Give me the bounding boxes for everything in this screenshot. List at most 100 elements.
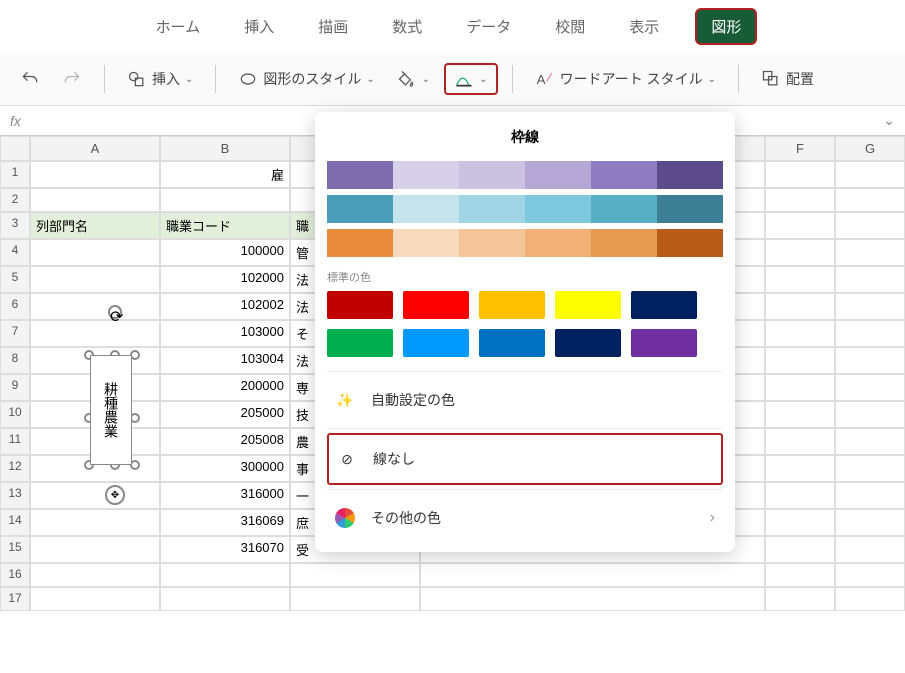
col-header[interactable]: A xyxy=(30,136,160,161)
cell[interactable]: 102000 xyxy=(160,266,290,293)
cell[interactable] xyxy=(835,239,905,266)
shape-text[interactable]: 耕種農業 xyxy=(90,355,132,465)
cell[interactable]: 316000 xyxy=(160,482,290,509)
tab-review[interactable]: 校閲 xyxy=(547,10,593,43)
cell[interactable] xyxy=(30,188,160,212)
rotate-handle[interactable]: ⟳ xyxy=(108,305,122,319)
cell[interactable] xyxy=(30,293,160,320)
selected-shape[interactable]: ⟳ 耕種農業 ✥ xyxy=(80,325,150,500)
collapse-icon[interactable]: ⌄ xyxy=(883,112,895,129)
color-swatch[interactable] xyxy=(327,229,393,257)
cell[interactable] xyxy=(765,482,835,509)
color-swatch[interactable] xyxy=(555,291,621,319)
row-header[interactable]: 1 xyxy=(0,161,30,188)
cell[interactable]: 205008 xyxy=(160,428,290,455)
cell[interactable] xyxy=(835,587,905,611)
color-swatch[interactable] xyxy=(479,291,545,319)
no-outline-item[interactable]: ⊘ 線なし xyxy=(327,433,723,485)
shape-style-button[interactable]: 図形のスタイル⌄ xyxy=(230,63,382,95)
cell[interactable] xyxy=(765,188,835,212)
auto-color-item[interactable]: ✨ 自動設定の色 xyxy=(327,376,723,424)
cell[interactable]: 103000 xyxy=(160,320,290,347)
row-header[interactable]: 12 xyxy=(0,455,30,482)
cell[interactable] xyxy=(30,239,160,266)
cell[interactable] xyxy=(835,188,905,212)
cell[interactable] xyxy=(420,587,765,611)
cell[interactable] xyxy=(30,266,160,293)
cell[interactable]: 雇 xyxy=(160,161,290,188)
col-header[interactable]: G xyxy=(835,136,905,161)
cell[interactable] xyxy=(835,428,905,455)
cell[interactable] xyxy=(765,509,835,536)
color-swatch[interactable] xyxy=(525,229,591,257)
color-swatch[interactable] xyxy=(327,291,393,319)
arrange-button[interactable]: 配置 xyxy=(753,63,822,95)
row-header[interactable]: 6 xyxy=(0,293,30,320)
tab-insert[interactable]: 挿入 xyxy=(236,10,282,43)
color-swatch[interactable] xyxy=(459,229,525,257)
col-header[interactable]: B xyxy=(160,136,290,161)
color-swatch[interactable] xyxy=(459,195,525,223)
row-header[interactable]: 4 xyxy=(0,239,30,266)
cell[interactable] xyxy=(835,347,905,374)
color-swatch[interactable] xyxy=(327,161,393,189)
color-swatch[interactable] xyxy=(591,229,657,257)
cell[interactable] xyxy=(765,293,835,320)
cell[interactable]: 103004 xyxy=(160,347,290,374)
tab-shape[interactable]: 図形 xyxy=(695,8,757,45)
cell[interactable] xyxy=(765,239,835,266)
color-swatch[interactable] xyxy=(403,291,469,319)
row-header[interactable]: 7 xyxy=(0,320,30,347)
cell[interactable]: 200000 xyxy=(160,374,290,401)
cell[interactable] xyxy=(765,428,835,455)
cell[interactable] xyxy=(765,536,835,563)
color-swatch[interactable] xyxy=(631,291,697,319)
table-header[interactable]: 職業コード xyxy=(160,212,290,239)
color-swatch[interactable] xyxy=(657,229,723,257)
outline-button[interactable]: ⌄ xyxy=(444,63,497,95)
color-swatch[interactable] xyxy=(525,161,591,189)
col-header[interactable]: F xyxy=(765,136,835,161)
cell[interactable] xyxy=(765,587,835,611)
row-header[interactable]: 11 xyxy=(0,428,30,455)
cell[interactable]: 316070 xyxy=(160,536,290,563)
wordart-button[interactable]: A ワードアート スタイル⌄ xyxy=(527,63,724,95)
row-header[interactable]: 10 xyxy=(0,401,30,428)
cell[interactable] xyxy=(765,347,835,374)
cell[interactable] xyxy=(835,482,905,509)
tab-home[interactable]: ホーム xyxy=(148,10,209,43)
color-swatch[interactable] xyxy=(631,329,697,357)
cell[interactable] xyxy=(835,161,905,188)
fill-button[interactable]: ⌄ xyxy=(389,63,438,95)
tab-formulas[interactable]: 数式 xyxy=(384,10,430,43)
color-swatch[interactable] xyxy=(657,161,723,189)
cell[interactable]: 205000 xyxy=(160,401,290,428)
cell[interactable] xyxy=(835,320,905,347)
cell[interactable] xyxy=(835,266,905,293)
tab-draw[interactable]: 描画 xyxy=(310,10,356,43)
cell[interactable] xyxy=(160,188,290,212)
table-header[interactable]: 列部門名 xyxy=(30,212,160,239)
cell[interactable] xyxy=(30,587,160,611)
cell[interactable] xyxy=(30,161,160,188)
redo-button[interactable] xyxy=(54,63,90,95)
color-swatch[interactable] xyxy=(525,195,591,223)
cell[interactable] xyxy=(765,320,835,347)
undo-button[interactable] xyxy=(12,63,48,95)
color-swatch[interactable] xyxy=(555,329,621,357)
row-header[interactable]: 2 xyxy=(0,188,30,212)
row-header[interactable]: 14 xyxy=(0,509,30,536)
move-handle[interactable]: ✥ xyxy=(105,485,125,505)
cell[interactable] xyxy=(765,161,835,188)
cell[interactable] xyxy=(30,509,160,536)
color-swatch[interactable] xyxy=(327,329,393,357)
row-header[interactable]: 16 xyxy=(0,563,30,587)
cell[interactable] xyxy=(835,212,905,239)
color-swatch[interactable] xyxy=(403,329,469,357)
color-swatch[interactable] xyxy=(393,229,459,257)
color-swatch[interactable] xyxy=(327,195,393,223)
row-header[interactable]: 9 xyxy=(0,374,30,401)
cell[interactable] xyxy=(30,536,160,563)
row-header[interactable]: 17 xyxy=(0,587,30,611)
cell[interactable] xyxy=(765,266,835,293)
